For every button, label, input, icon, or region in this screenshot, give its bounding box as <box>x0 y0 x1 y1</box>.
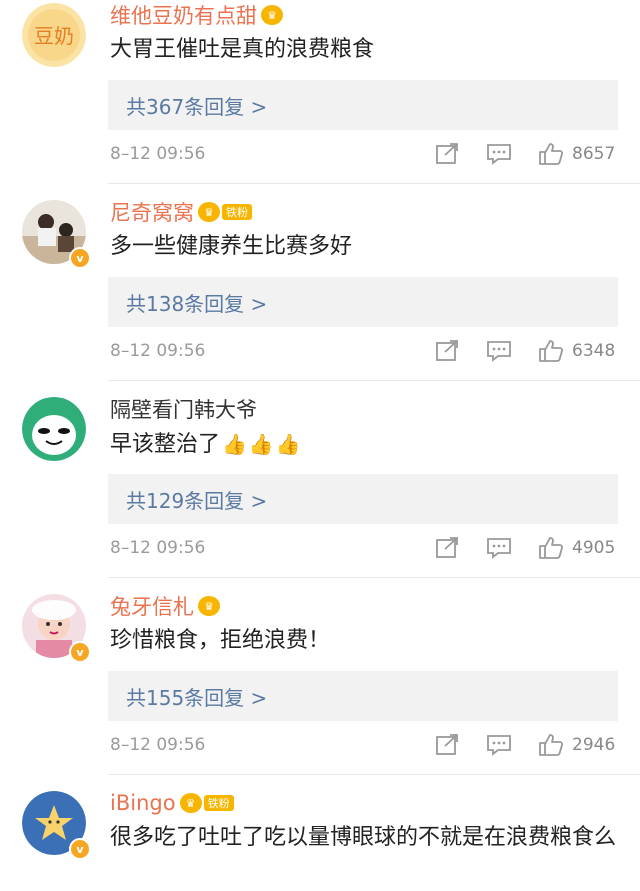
comment-meta: 8–12 09:56 8657 <box>0 140 640 172</box>
comment-text: 早该整治了 👍 👍 👍 <box>110 428 620 461</box>
name-row: iBingo ♛ 铁粉 <box>110 788 234 818</box>
comment-text: 大胃王催吐是真的浪费粮食 <box>110 34 620 66</box>
username[interactable]: 兔牙信札 <box>110 591 194 621</box>
crown-badge-icon: ♛ <box>179 793 202 813</box>
share-icon[interactable] <box>434 536 460 560</box>
name-row: 兔牙信札 ♛ <box>110 591 220 621</box>
like-count: 8657 <box>572 144 616 164</box>
comment-meta: 8–12 09:56 6348 <box>0 337 640 369</box>
comment-body: 很多吃了吐吐了吃以量博眼球的不就是在浪费粮食么 <box>110 825 617 850</box>
share-icon[interactable] <box>434 733 460 757</box>
comment-item: 豆奶 维他豆奶有点甜 ♛ 大胃王催吐是真的浪费粮食共367条回复 > 8–12 … <box>0 0 640 183</box>
replies-link[interactable]: 共155条回复 > <box>126 682 267 711</box>
like-icon[interactable] <box>538 733 564 757</box>
username[interactable]: 尼奇窝窝 <box>110 197 194 227</box>
crown-badge-icon: ♛ <box>198 202 220 222</box>
share-icon[interactable] <box>434 142 460 166</box>
crown-badge-icon: ♛ <box>261 5 283 25</box>
name-row: 隔壁看门韩大爷 <box>110 394 257 424</box>
like-count: 6348 <box>572 341 616 361</box>
comment-icon[interactable] <box>486 339 512 363</box>
comment-body: 珍惜粮食，拒绝浪费！ <box>110 628 331 653</box>
comment-body: 多一些健康养生比赛多好 <box>110 234 353 259</box>
avatar[interactable]: v <box>22 594 91 663</box>
like-count: 4905 <box>572 538 616 558</box>
timestamp: 8–12 09:56 <box>110 341 206 361</box>
timestamp: 8–12 09:56 <box>110 538 206 558</box>
replies-link[interactable]: 共138条回复 > <box>126 288 267 317</box>
verified-badge-icon: v <box>69 641 91 663</box>
thumbs-up-emoji-icon: 👍 <box>275 432 301 456</box>
like-icon[interactable] <box>538 536 564 560</box>
comment-meta: 8–12 09:56 2946 <box>0 731 640 763</box>
replies-box[interactable]: 共155条回复 > <box>108 671 618 721</box>
comment-divider <box>108 380 640 381</box>
like-icon[interactable] <box>538 142 564 166</box>
verified-badge-icon: v <box>69 838 91 860</box>
comment-text: 很多吃了吐吐了吃以量博眼球的不就是在浪费粮食么 <box>110 822 620 854</box>
comment-divider <box>108 774 640 775</box>
comment-icon[interactable] <box>486 142 512 166</box>
comment-item: v 兔牙信札 ♛ 珍惜粮食，拒绝浪费！ 共155条回复 > 8–12 09:56 … <box>0 591 640 774</box>
replies-box[interactable]: 共367条回复 > <box>108 80 618 130</box>
thumbs-up-emoji-icon: 👍 <box>248 432 274 456</box>
comment-body: 早该整治了 <box>110 432 221 457</box>
replies-box[interactable]: 共129条回复 > <box>108 474 618 524</box>
share-icon[interactable] <box>434 339 460 363</box>
comment-body: 大胃王催吐是真的浪费粮食 <box>110 37 375 62</box>
username[interactable]: 隔壁看门韩大爷 <box>110 394 257 424</box>
avatar[interactable]: v <box>22 791 91 860</box>
comment-item: 隔壁看门韩大爷 早该整治了 👍 👍 👍 共129条回复 > 8–12 09:56 490… <box>0 394 640 577</box>
fan-badge: 铁粉 <box>203 795 234 811</box>
comment-divider <box>108 183 640 184</box>
username[interactable]: iBingo <box>110 791 176 815</box>
comment-item: v 尼奇窝窝 ♛ 铁粉 多一些健康养生比赛多好共138条回复 > 8–12 09… <box>0 197 640 380</box>
username[interactable]: 维他豆奶有点甜 <box>110 0 257 30</box>
timestamp: 8–12 09:56 <box>110 144 206 164</box>
verified-badge-icon: v <box>69 247 91 269</box>
replies-link[interactable]: 共367条回复 > <box>126 91 267 120</box>
avatar[interactable]: 豆奶 <box>22 3 86 67</box>
crown-badge-icon: ♛ <box>198 596 220 616</box>
name-row: 维他豆奶有点甜 ♛ <box>110 0 283 30</box>
thumbs-up-emoji-icon: 👍 <box>222 432 247 456</box>
comment-icon[interactable] <box>486 733 512 757</box>
replies-box[interactable]: 共138条回复 > <box>108 277 618 327</box>
avatar-text: 豆奶 <box>34 24 74 48</box>
avatar[interactable]: v <box>22 200 91 269</box>
comment-icon[interactable] <box>486 536 512 560</box>
comment-divider <box>108 577 640 578</box>
comment-text: 多一些健康养生比赛多好 <box>110 231 620 263</box>
comment-meta: 8–12 09:56 4905 <box>0 534 640 566</box>
like-icon[interactable] <box>538 339 564 363</box>
comment-item: v iBingo ♛ 铁粉 很多吃了吐吐了吃以量博眼球的不就是在浪费粮食么 <box>0 788 640 891</box>
comment-text: 珍惜粮食，拒绝浪费！ <box>110 625 620 657</box>
avatar[interactable] <box>22 397 86 461</box>
replies-link[interactable]: 共129条回复 > <box>126 485 267 514</box>
name-row: 尼奇窝窝 ♛ 铁粉 <box>110 197 252 227</box>
like-count: 2946 <box>572 735 616 755</box>
fan-badge: 铁粉 <box>222 204 252 220</box>
timestamp: 8–12 09:56 <box>110 735 206 755</box>
